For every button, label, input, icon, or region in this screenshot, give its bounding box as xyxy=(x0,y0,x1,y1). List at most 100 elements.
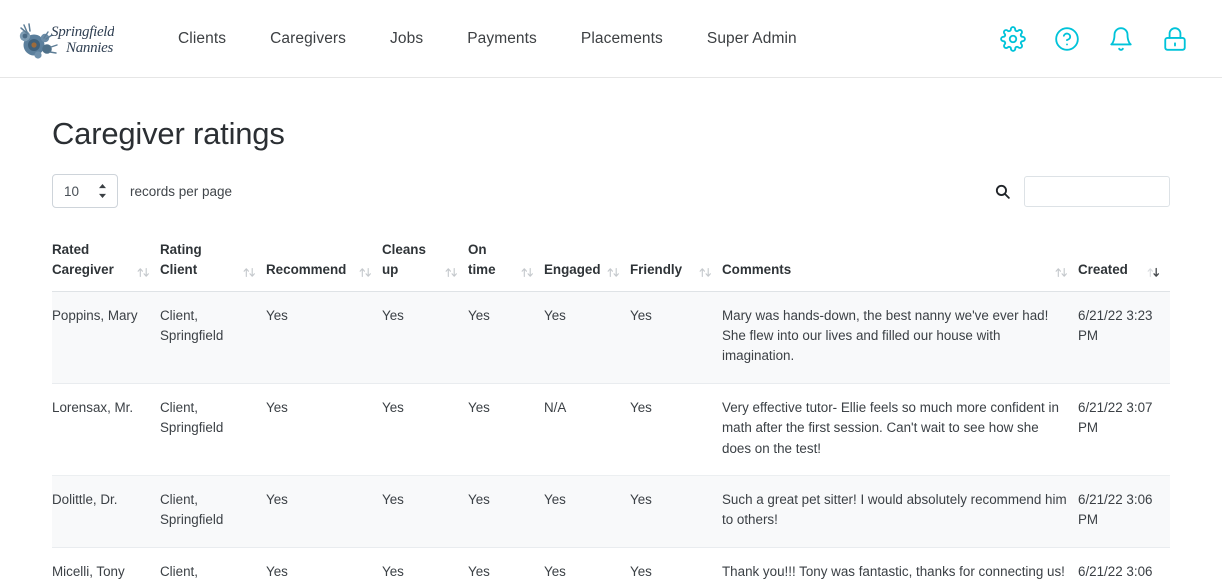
cell-friendly: Yes xyxy=(630,291,722,384)
cell-recommend: Yes xyxy=(266,475,382,548)
table-body: Poppins, Mary Client, Springfield Yes Ye… xyxy=(52,291,1170,586)
col-created[interactable]: Created xyxy=(1078,230,1170,292)
table-controls: 10 records per page xyxy=(52,174,1170,208)
cell-friendly: Yes xyxy=(630,383,722,476)
col-on-time-label: On time xyxy=(468,242,496,277)
cell-cleans-up: Yes xyxy=(382,291,468,384)
sort-arrows-icon[interactable] xyxy=(243,266,256,280)
cell-rated-caregiver: Lorensax, Mr. xyxy=(52,383,160,476)
logo-text-line2: Nannies xyxy=(65,40,114,56)
table-header-row: Rated Caregiver Rating Client Recommend … xyxy=(52,230,1170,292)
col-engaged[interactable]: Engaged xyxy=(544,230,630,292)
table-row[interactable]: Dolittle, Dr. Client, Springfield Yes Ye… xyxy=(52,475,1170,548)
cell-engaged: Yes xyxy=(544,291,630,384)
col-created-label: Created xyxy=(1078,261,1128,277)
col-engaged-label: Engaged xyxy=(544,261,601,277)
col-comments-label: Comments xyxy=(722,261,792,277)
gear-icon[interactable] xyxy=(1000,25,1026,52)
nav-item: Clients xyxy=(156,22,248,56)
col-cleans-up[interactable]: Cleans up xyxy=(382,230,468,292)
cell-on-time: Yes xyxy=(468,383,544,476)
chevron-updown-icon xyxy=(98,184,107,199)
col-rating-client-label: Rating Client xyxy=(160,242,202,277)
cell-created: 6/21/22 3:06 PM xyxy=(1078,547,1170,586)
col-friendly[interactable]: Friendly xyxy=(630,230,722,292)
nav-item: Caregivers xyxy=(248,22,368,56)
nav-item: Placements xyxy=(559,22,685,56)
navbar-actions xyxy=(1000,25,1188,52)
primary-nav: Clients Caregivers Jobs Payments Placeme… xyxy=(156,22,819,56)
logo-text-line1: Springfield xyxy=(51,24,114,40)
cell-rated-caregiver: Dolittle, Dr. xyxy=(52,475,160,548)
sort-arrows-icon[interactable] xyxy=(1055,266,1068,280)
cell-created: 6/21/22 3:23 PM xyxy=(1078,291,1170,384)
help-circle-icon[interactable] xyxy=(1054,26,1080,52)
table-header: Rated Caregiver Rating Client Recommend … xyxy=(52,230,1170,292)
records-per-page-label: records per page xyxy=(130,183,233,199)
cell-cleans-up: Yes xyxy=(382,547,468,586)
col-rating-client[interactable]: Rating Client xyxy=(160,230,266,292)
nav-link-placements[interactable]: Placements xyxy=(559,22,685,56)
cell-created: 6/21/22 3:07 PM xyxy=(1078,383,1170,476)
nav-link-clients[interactable]: Clients xyxy=(156,22,248,56)
cell-engaged: N/A xyxy=(544,383,630,476)
nav-link-caregivers[interactable]: Caregivers xyxy=(248,22,368,56)
sort-arrows-icon[interactable] xyxy=(445,266,458,280)
cell-rated-caregiver: Poppins, Mary xyxy=(52,291,160,384)
cell-recommend: Yes xyxy=(266,383,382,476)
records-per-page-value: 10 xyxy=(64,183,80,199)
cell-comments: Very effective tutor- Ellie feels so muc… xyxy=(722,383,1078,476)
bell-icon[interactable] xyxy=(1108,26,1134,52)
col-recommend[interactable]: Recommend xyxy=(266,230,382,292)
table-row[interactable]: Poppins, Mary Client, Springfield Yes Ye… xyxy=(52,291,1170,384)
col-rated-caregiver[interactable]: Rated Caregiver xyxy=(52,230,160,292)
search-icon[interactable] xyxy=(994,183,1011,200)
col-on-time[interactable]: On time xyxy=(468,230,544,292)
cell-rating-client: Client, Springfield xyxy=(160,475,266,548)
cell-recommend: Yes xyxy=(266,291,382,384)
cell-rating-client: Client, Springfield xyxy=(160,547,266,586)
cell-on-time: Yes xyxy=(468,291,544,384)
sort-arrows-icon[interactable] xyxy=(359,266,372,280)
page-content: Caregiver ratings 10 records per page Ra… xyxy=(0,116,1222,586)
nav-item: Payments xyxy=(445,22,559,56)
cell-rating-client: Client, Springfield xyxy=(160,291,266,384)
col-friendly-label: Friendly xyxy=(630,261,683,277)
cell-rating-client: Client, Springfield xyxy=(160,383,266,476)
cell-created: 6/21/22 3:06 PM xyxy=(1078,475,1170,548)
cell-engaged: Yes xyxy=(544,475,630,548)
lock-icon[interactable] xyxy=(1162,26,1188,52)
nav-link-payments[interactable]: Payments xyxy=(445,22,559,56)
nav-item: Super Admin xyxy=(685,22,819,56)
col-recommend-label: Recommend xyxy=(266,261,347,277)
cell-cleans-up: Yes xyxy=(382,383,468,476)
records-per-page-select[interactable]: 10 xyxy=(52,174,118,208)
nav-link-jobs[interactable]: Jobs xyxy=(368,22,445,56)
cell-on-time: Yes xyxy=(468,547,544,586)
table-row[interactable]: Lorensax, Mr. Client, Springfield Yes Ye… xyxy=(52,383,1170,476)
sort-arrows-icon[interactable] xyxy=(607,266,620,280)
nav-link-super-admin[interactable]: Super Admin xyxy=(685,22,819,56)
search-group xyxy=(994,175,1170,207)
page-title: Caregiver ratings xyxy=(52,116,285,151)
sort-arrows-desc-icon[interactable] xyxy=(1147,266,1160,280)
table-row[interactable]: Micelli, Tony Client, Springfield Yes Ye… xyxy=(52,547,1170,586)
col-rated-caregiver-label: Rated Caregiver xyxy=(52,242,114,277)
records-per-page-group: 10 records per page xyxy=(52,174,232,208)
cell-recommend: Yes xyxy=(266,547,382,586)
cell-cleans-up: Yes xyxy=(382,475,468,548)
search-input[interactable] xyxy=(1024,175,1170,207)
cell-engaged: Yes xyxy=(544,547,630,586)
cell-rated-caregiver: Micelli, Tony xyxy=(52,547,160,586)
nav-item: Jobs xyxy=(368,22,445,56)
cell-comments: Thank you!!! Tony was fantastic, thanks … xyxy=(722,547,1078,586)
sort-arrows-icon[interactable] xyxy=(699,266,712,280)
cell-comments: Mary was hands-down, the best nanny we'v… xyxy=(722,291,1078,384)
cell-comments: Such a great pet sitter! I would absolut… xyxy=(722,475,1078,548)
cell-friendly: Yes xyxy=(630,475,722,548)
cell-friendly: Yes xyxy=(630,547,722,586)
springfield-nannies-logo[interactable]: Springfield Nannies xyxy=(18,14,114,64)
sort-arrows-icon[interactable] xyxy=(137,266,150,280)
sort-arrows-icon[interactable] xyxy=(521,266,534,280)
col-comments[interactable]: Comments xyxy=(722,230,1078,292)
